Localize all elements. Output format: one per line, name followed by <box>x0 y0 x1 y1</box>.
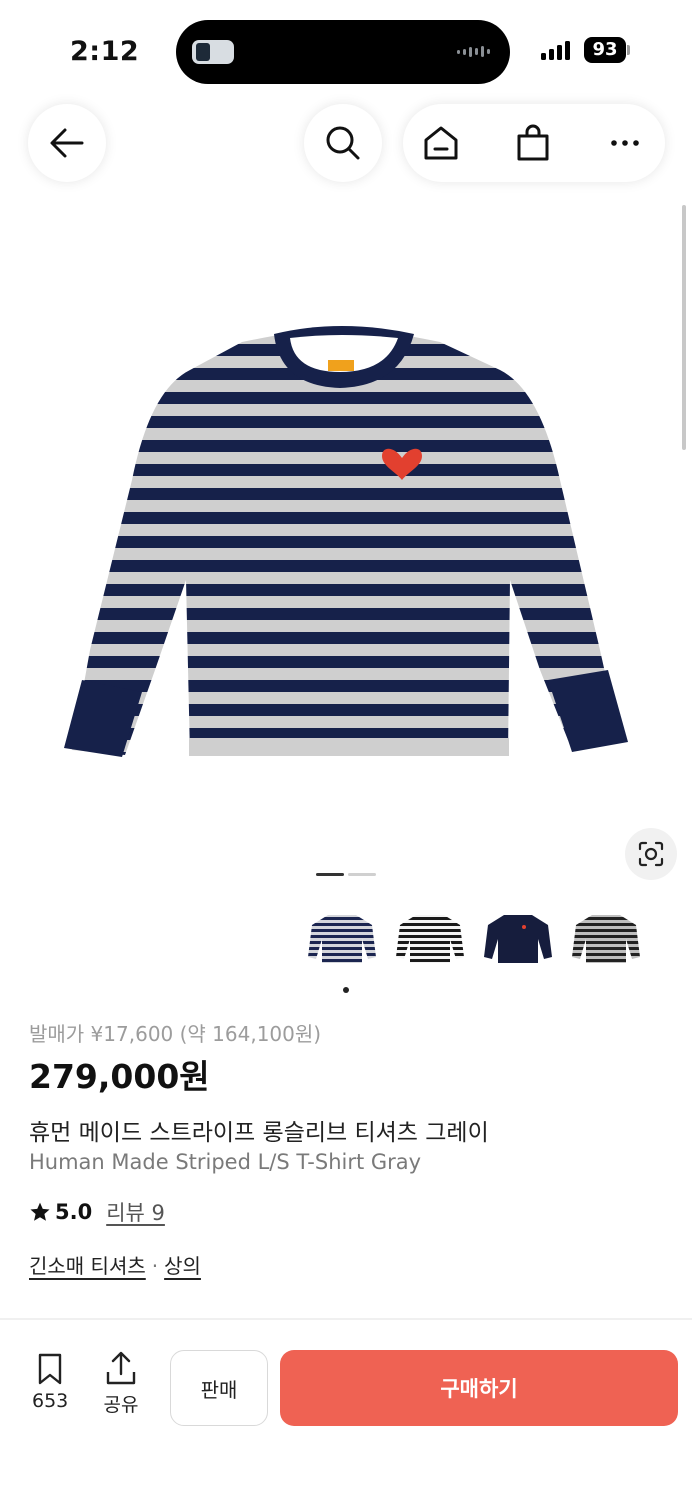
home-icon <box>424 126 458 160</box>
bookmark-button[interactable]: 653 <box>32 1352 68 1412</box>
thumbnail-gray-navy[interactable] <box>308 905 376 973</box>
nav-actions <box>403 104 665 182</box>
share-label: 공유 <box>103 1394 139 1416</box>
buy-button[interactable]: 구매하기 <box>280 1350 678 1426</box>
shopping-bag-icon <box>517 124 549 161</box>
share-button[interactable]: 공유 <box>103 1350 139 1417</box>
rating-row: 5.0 리뷰 9 <box>29 1197 165 1227</box>
category-separator: · <box>151 1254 159 1278</box>
shirt-thumbnail-image <box>396 915 464 963</box>
scroll-indicator <box>682 205 686 450</box>
status-time: 2:12 <box>70 36 140 67</box>
review-link[interactable]: 리뷰 9 <box>106 1197 165 1227</box>
shirt-thumbnail-image <box>484 915 552 963</box>
arrow-left-icon <box>50 128 84 158</box>
thumbnail-selected-dot <box>343 987 349 993</box>
category-tops-link[interactable]: 상의 <box>164 1254 201 1278</box>
shirt-thumbnail-image <box>308 915 376 963</box>
rating-score: 5.0 <box>55 1200 93 1224</box>
thumbnail-black-gray[interactable] <box>572 905 640 973</box>
cellular-signal-icon <box>541 41 570 60</box>
pagination-dot <box>316 873 344 876</box>
pagination-dot <box>348 873 376 876</box>
bookmark-count: 653 <box>32 1390 69 1412</box>
product-price: 279,000원 <box>29 1057 210 1096</box>
thumbnail-white-black[interactable] <box>396 905 464 973</box>
more-horizontal-icon <box>611 140 639 146</box>
shirt-thumbnail-image <box>572 915 640 963</box>
product-title-korean: 휴먼 메이드 스트라이프 롱슬리브 티셔츠 그레이 <box>29 1120 489 1146</box>
search-button[interactable] <box>304 104 382 182</box>
battery-tip <box>627 45 630 55</box>
more-button[interactable] <box>605 123 645 163</box>
striped-shirt-image <box>0 200 692 890</box>
divider <box>0 1318 692 1320</box>
variant-thumbnails <box>308 905 640 973</box>
product-title-english: Human Made Striped L/S T-Shirt Gray <box>29 1150 422 1174</box>
star-icon <box>30 1202 50 1221</box>
release-price: 발매가 ¥17,600 (약 164,100원) <box>29 1022 322 1046</box>
cart-button[interactable] <box>513 123 553 163</box>
share-icon <box>106 1351 136 1385</box>
now-playing-thumbnail <box>192 40 234 64</box>
battery-icon: 93 <box>584 37 626 63</box>
scan-lens-icon <box>638 841 664 867</box>
visual-search-button[interactable] <box>625 828 677 880</box>
thumbnail-navy[interactable] <box>484 905 552 973</box>
category-breadcrumb: 긴소매 티셔츠 · 상의 <box>29 1250 201 1279</box>
bookmark-icon <box>38 1353 62 1385</box>
home-button[interactable] <box>421 123 461 163</box>
back-button[interactable] <box>28 104 106 182</box>
category-long-sleeve-link[interactable]: 긴소매 티셔츠 <box>29 1254 146 1278</box>
gallery-pagination <box>316 873 376 876</box>
dynamic-island <box>176 20 510 84</box>
product-image[interactable] <box>0 200 692 890</box>
search-icon <box>326 126 360 160</box>
audio-wave-icon <box>457 46 490 57</box>
sell-button[interactable]: 판매 <box>170 1350 268 1426</box>
